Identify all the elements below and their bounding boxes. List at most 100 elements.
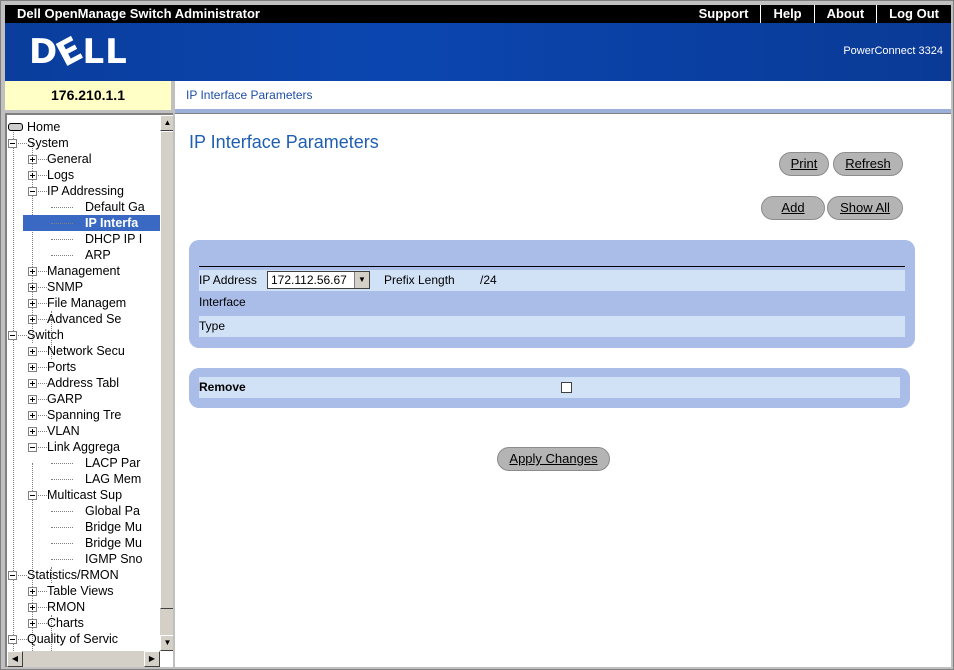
expand-icon[interactable] xyxy=(28,363,37,372)
apply-changes-button[interactable]: Apply Changes xyxy=(497,447,610,471)
tree-item-label: Spanning Tre xyxy=(47,408,122,422)
nav-tree-panel: Home System General Logs IP Addressing Defaul… xyxy=(5,113,173,667)
tree-item-label: Quality of Servic xyxy=(27,632,119,646)
tree-item[interactable]: Network Secu xyxy=(7,343,160,359)
expand-icon[interactable] xyxy=(28,347,37,356)
collapse-icon[interactable] xyxy=(28,443,37,452)
tree-item[interactable]: Ports xyxy=(7,359,160,375)
expand-icon[interactable] xyxy=(28,155,37,164)
tree-connector xyxy=(38,367,47,368)
show-all-button[interactable]: Show All xyxy=(827,196,903,220)
tree-connector xyxy=(18,639,27,640)
log-out-link[interactable]: Log Out xyxy=(876,5,951,23)
tree-item[interactable]: Multicast Sup xyxy=(7,487,160,503)
collapse-icon[interactable] xyxy=(28,187,37,196)
tree-item[interactable]: RMON xyxy=(7,599,160,615)
refresh-button[interactable]: Refresh xyxy=(833,152,903,176)
ip-address-row: IP Address 172.112.56.67 ▼ Prefix Length… xyxy=(199,270,905,291)
tree-item[interactable]: VLAN xyxy=(7,423,160,439)
tree-item[interactable]: General xyxy=(7,151,160,167)
tree-item[interactable]: LACP Par xyxy=(7,455,160,471)
tree-item[interactable]: System xyxy=(7,135,160,151)
tree-item[interactable]: Bridge Mu xyxy=(7,519,160,535)
tree-item-label: LACP Par xyxy=(85,456,141,470)
collapse-icon[interactable] xyxy=(8,571,17,580)
expand-icon[interactable] xyxy=(28,411,37,420)
tree-item[interactable]: Address Tabl xyxy=(7,375,160,391)
expand-icon[interactable] xyxy=(28,315,37,324)
collapse-icon[interactable] xyxy=(8,139,17,148)
tree-item-label: GARP xyxy=(47,392,83,406)
tree-item[interactable]: Quality of Servic xyxy=(7,631,160,647)
tree-connector xyxy=(38,175,47,176)
collapse-icon[interactable] xyxy=(8,635,17,644)
tree-item-label: SNMP xyxy=(47,280,84,294)
tree-item[interactable]: Home xyxy=(7,119,160,135)
tree-item[interactable]: IP Addressing xyxy=(7,183,160,199)
remove-label: Remove xyxy=(199,380,246,394)
remove-checkbox[interactable] xyxy=(561,382,572,393)
tree-item[interactable]: Statistics/RMON xyxy=(7,567,160,583)
tree-item[interactable]: LAG Mem xyxy=(7,471,160,487)
tree-item[interactable]: Bridge Mu xyxy=(7,535,160,551)
support-link[interactable]: Support xyxy=(687,5,761,23)
dell-logo: DELL xyxy=(29,28,128,76)
title-bar: Dell OpenManage Switch Administrator Sup… xyxy=(5,5,951,23)
expand-icon[interactable] xyxy=(28,603,37,612)
ip-interface-panel: IP Address 172.112.56.67 ▼ Prefix Length… xyxy=(189,240,915,348)
page-title: IP Interface Parameters xyxy=(189,132,379,152)
expand-icon[interactable] xyxy=(28,587,37,596)
tree-item[interactable]: Spanning Tre xyxy=(7,407,160,423)
collapse-icon[interactable] xyxy=(28,491,37,500)
tree-item[interactable]: Advanced Se xyxy=(7,311,160,327)
expand-icon[interactable] xyxy=(28,283,37,292)
tree-item-label: System xyxy=(27,136,69,150)
scroll-right-icon[interactable]: ▶ xyxy=(144,651,160,667)
tree-item-label: Charts xyxy=(47,616,84,630)
tree-vertical-scrollbar[interactable]: ▲ ▼ xyxy=(160,115,173,651)
tree-item[interactable]: Default Ga xyxy=(7,199,160,215)
tree-item[interactable]: Link Aggrega xyxy=(7,439,160,455)
tree-connector xyxy=(51,479,73,480)
scroll-down-icon[interactable]: ▼ xyxy=(160,635,173,651)
expand-icon[interactable] xyxy=(28,619,37,628)
scroll-thumb[interactable] xyxy=(160,131,173,609)
tree-item[interactable]: Table Views xyxy=(7,583,160,599)
tree-item[interactable]: SNMP xyxy=(7,279,160,295)
tree-item[interactable]: Charts xyxy=(7,615,160,631)
about-link[interactable]: About xyxy=(813,5,877,23)
remove-row: Remove xyxy=(199,377,900,398)
help-link[interactable]: Help xyxy=(760,5,813,23)
scroll-left-icon[interactable]: ◀ xyxy=(7,651,23,667)
product-name: PowerConnect 3324 xyxy=(843,45,943,57)
tree-item-label: Bridge Mu xyxy=(85,520,142,534)
tree-item-label: Statistics/RMON xyxy=(27,568,119,582)
tree-item[interactable]: ARP xyxy=(7,247,160,263)
tree-item[interactable]: Global Pa xyxy=(7,503,160,519)
tree-horizontal-scrollbar[interactable]: ◀ ▶ xyxy=(7,651,160,667)
scroll-up-icon[interactable]: ▲ xyxy=(160,115,173,131)
tree-item-label: LAG Mem xyxy=(85,472,142,486)
tree-connector xyxy=(51,511,73,512)
expand-icon[interactable] xyxy=(28,267,37,276)
ip-address-select[interactable]: 172.112.56.67 ▼ xyxy=(267,271,370,289)
tree-item[interactable]: File Managem xyxy=(7,295,160,311)
tree-item[interactable]: IGMP Sno xyxy=(7,551,160,567)
expand-icon[interactable] xyxy=(28,427,37,436)
chevron-down-icon[interactable]: ▼ xyxy=(354,272,369,288)
collapse-icon[interactable] xyxy=(8,331,17,340)
expand-icon[interactable] xyxy=(28,299,37,308)
add-button[interactable]: Add xyxy=(761,196,825,220)
prefix-length-value: /24 xyxy=(480,273,497,287)
expand-icon[interactable] xyxy=(28,395,37,404)
tree-connector xyxy=(38,623,47,624)
tree-item[interactable]: DHCP IP I xyxy=(7,231,160,247)
tree-item[interactable]: Logs xyxy=(7,167,160,183)
print-button[interactable]: Print xyxy=(779,152,829,176)
tree-item[interactable]: Management xyxy=(7,263,160,279)
tree-item[interactable]: IP Interfa xyxy=(23,215,160,231)
tree-item[interactable]: GARP xyxy=(7,391,160,407)
expand-icon[interactable] xyxy=(28,171,37,180)
tree-item[interactable]: Switch xyxy=(7,327,160,343)
expand-icon[interactable] xyxy=(28,379,37,388)
